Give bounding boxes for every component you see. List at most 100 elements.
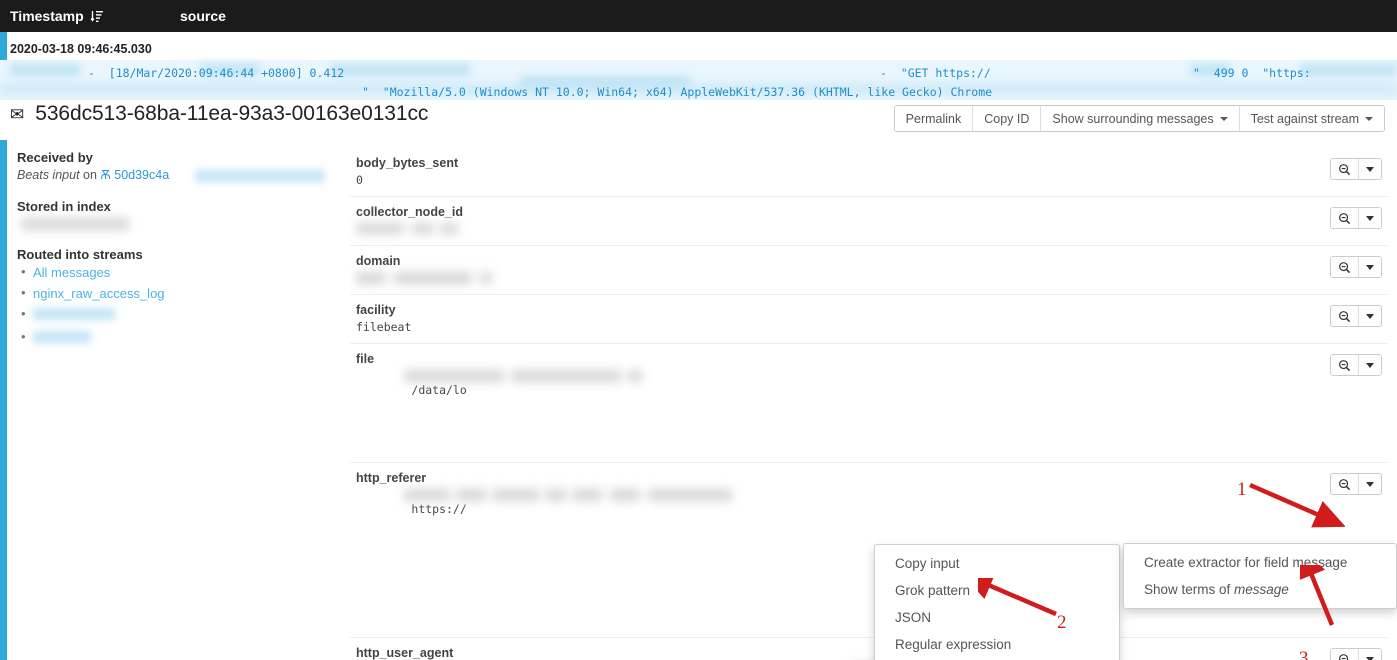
chevron-down-icon [1365, 117, 1373, 121]
field-dropdown-toggle[interactable] [1359, 306, 1381, 326]
field-value: /data/lo [356, 369, 1388, 453]
field-name: collector_node_id [356, 205, 1388, 219]
field-controls [1330, 158, 1382, 180]
chevron-down-icon [1366, 657, 1374, 660]
stored-in-index-title: Stored in index [17, 199, 345, 214]
column-header-source[interactable]: source [180, 8, 226, 24]
list-item[interactable]: All messages [33, 266, 345, 280]
message-row-timestamp: 2020-03-18 09:46:45.030 [10, 42, 152, 56]
field-value [356, 271, 1388, 285]
redacted-value [440, 223, 458, 234]
field-value [356, 222, 1388, 236]
redacted-value [356, 272, 386, 284]
magnifier-minus-icon[interactable] [1331, 306, 1359, 326]
field-dropdown-toggle[interactable] [1359, 649, 1381, 660]
magnifier-minus-icon[interactable] [1331, 159, 1359, 179]
stored-in-index-value [17, 217, 345, 233]
magnifier-minus-icon[interactable] [1331, 649, 1359, 660]
redacted-value [511, 370, 621, 382]
message-row-text-status: " 499 0 "https: [1193, 66, 1311, 80]
chevron-down-icon [1366, 314, 1374, 319]
annotation-number-2: 2 [1057, 612, 1067, 634]
chevron-down-icon [1366, 216, 1374, 221]
test-against-stream-button[interactable]: Test against stream [1240, 106, 1384, 131]
received-by-node-link[interactable]: 50d39c4a [114, 168, 169, 182]
annotation-number-3: 3 [1299, 648, 1309, 660]
menu-item-copy-input[interactable]: Copy input [875, 550, 1119, 577]
timestamp-column-label: Timestamp [10, 8, 84, 24]
message-actions-toolbar: Permalink Copy ID Show surrounding messa… [894, 105, 1385, 132]
field-dropdown-toggle[interactable] [1359, 257, 1381, 277]
field-row-http-user-agent: http_user_agent Mozilla/5.0 (Windows NT … [350, 638, 1388, 660]
streams-list: All messages nginx_raw_access_log [11, 266, 345, 347]
field-name: http_user_agent [356, 646, 1388, 660]
list-item[interactable]: nginx_raw_access_log [33, 287, 345, 301]
message-row-text-line1: - [18/Mar/2020:09:46:44 +0800] 0.412 [88, 66, 344, 80]
copy-id-button[interactable]: Copy ID [973, 106, 1041, 131]
selected-message-row[interactable]: 2020-03-18 09:46:45.030 - [18/Mar/2020:0… [0, 32, 1397, 100]
stream-link-all-messages[interactable]: All messages [33, 265, 110, 280]
annotation-arrow-3 [1300, 565, 1370, 637]
redacted-value [404, 370, 504, 382]
message-row-text-get: - "GET https:// [880, 66, 991, 80]
redacted-value [628, 370, 642, 382]
field-name: http_referer [356, 471, 1388, 485]
show-surrounding-messages-button[interactable]: Show surrounding messages [1041, 106, 1239, 131]
redacted-chip [10, 64, 80, 76]
field-controls [1330, 354, 1382, 376]
field-row-collector-node-id: collector_node_id [350, 197, 1388, 246]
copy-id-label: Copy ID [984, 112, 1029, 126]
show-terms-field: message [1234, 582, 1289, 597]
stream-link-nginx-raw-access-log[interactable]: nginx_raw_access_log [33, 286, 165, 301]
field-row-body-bytes-sent: body_bytes_sent 0 [350, 148, 1388, 197]
field-row-file: file /data/lo [350, 344, 1388, 463]
redacted-value [648, 489, 732, 501]
redacted-value [546, 489, 566, 501]
received-by-on: on [80, 168, 101, 182]
envelope-icon: ✉ [10, 106, 24, 123]
redacted-value [456, 489, 486, 501]
page-title: 536dc513-68ba-11ea-93a3-00163e0131cc [35, 102, 428, 126]
sort-descending-icon[interactable] [90, 9, 104, 23]
field-name: body_bytes_sent [356, 156, 1388, 170]
menu-item-regular-expression[interactable]: Regular expression [875, 631, 1119, 658]
chevron-down-icon [1366, 265, 1374, 270]
column-header-timestamp[interactable]: Timestamp [0, 8, 180, 24]
redacted-node-name [195, 170, 325, 182]
annotation-arrow-2 [978, 578, 1068, 620]
magnifier-minus-icon[interactable] [1331, 355, 1359, 375]
redacted-stream-name [33, 331, 91, 343]
list-item[interactable] [33, 331, 345, 347]
field-controls [1330, 305, 1382, 327]
redacted-value [492, 489, 540, 501]
message-title-bar: ✉ 536dc513-68ba-11ea-93a3-00163e0131cc P… [0, 100, 1397, 136]
field-controls [1330, 648, 1382, 660]
received-by-title: Received by [17, 150, 345, 165]
field-value-text: /data/lo [411, 383, 466, 397]
field-dropdown-toggle[interactable] [1359, 355, 1381, 375]
field-controls [1330, 207, 1382, 229]
magnifier-minus-icon[interactable] [1331, 208, 1359, 228]
table-header: Timestamp source [0, 0, 1397, 32]
show-surrounding-messages-label: Show surrounding messages [1052, 112, 1213, 126]
annotation-arrow-1 [1245, 480, 1345, 530]
field-name: domain [356, 254, 1388, 268]
field-name: file [356, 352, 1388, 366]
field-dropdown-toggle[interactable] [1359, 159, 1381, 179]
redacted-value [404, 489, 450, 501]
field-dropdown-toggle[interactable] [1359, 208, 1381, 228]
redacted-stream-name [33, 308, 115, 320]
message-title-wrap: ✉ 536dc513-68ba-11ea-93a3-00163e0131cc [10, 102, 428, 126]
magnifier-minus-icon[interactable] [1331, 257, 1359, 277]
redacted-value [480, 272, 492, 284]
field-controls [1330, 256, 1382, 278]
list-item[interactable] [33, 308, 345, 324]
chevron-down-icon [1220, 117, 1228, 121]
field-name: facility [356, 303, 1388, 317]
test-against-stream-label: Test against stream [1251, 112, 1359, 126]
field-dropdown-toggle[interactable] [1359, 474, 1381, 494]
field-row-facility: facility filebeat [350, 295, 1388, 344]
permalink-button[interactable]: Permalink [895, 106, 974, 131]
redacted-value [610, 489, 640, 501]
routed-into-streams-title: Routed into streams [17, 247, 345, 262]
